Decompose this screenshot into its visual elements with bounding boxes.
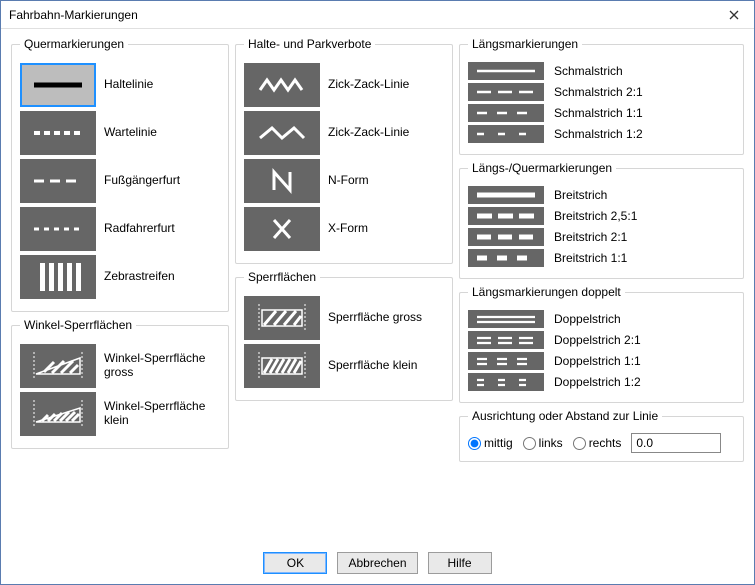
help-button[interactable]: Hilfe xyxy=(428,552,492,574)
group-laengs-quermarkierungen: Längs-/Quermarkierungen Breitstrich Brei… xyxy=(459,161,744,279)
item-doppelstrich-21[interactable]: Doppelstrich 2:1 xyxy=(468,331,735,349)
group-legend: Sperrflächen xyxy=(244,270,320,284)
zickzack-wide-icon xyxy=(244,111,320,155)
item-doppelstrich-11[interactable]: Doppelstrich 1:1 xyxy=(468,352,735,370)
item-schmalstrich-11[interactable]: Schmalstrich 1:1 xyxy=(468,104,735,122)
schmalstrich-12-icon xyxy=(468,125,544,143)
group-winkel-sperrflaechen: Winkel-Sperrflächen Winkel- xyxy=(11,318,229,449)
wartelinie-icon xyxy=(20,111,96,155)
item-breitstrich-251[interactable]: Breitstrich 2,5:1 xyxy=(468,207,735,225)
radio-rechts[interactable]: rechts xyxy=(573,436,622,450)
item-breitstrich[interactable]: Breitstrich xyxy=(468,186,735,204)
dialog-window: Fahrbahn-Markierungen Quermarkierungen H… xyxy=(0,0,755,585)
winkel-klein-icon xyxy=(20,392,96,436)
item-winkel-klein[interactable]: Winkel-Sperrfläche klein xyxy=(20,392,220,436)
item-haltelinie[interactable]: Haltelinie xyxy=(20,63,220,107)
group-ausrichtung: Ausrichtung oder Abstand zur Linie mitti… xyxy=(459,409,744,462)
breitstrich-11-icon xyxy=(468,249,544,267)
item-zebrastreifen[interactable]: Zebrastreifen xyxy=(20,255,220,299)
titlebar: Fahrbahn-Markierungen xyxy=(1,1,754,29)
doppelstrich-12-icon xyxy=(468,373,544,391)
radio-links[interactable]: links xyxy=(523,436,563,450)
group-legend: Quermarkierungen xyxy=(20,37,128,51)
offset-input[interactable] xyxy=(631,433,721,453)
item-zickzack2[interactable]: Zick-Zack-Linie xyxy=(244,111,444,155)
haltelinie-icon xyxy=(20,63,96,107)
group-sperrflaechen: Sperrflächen Sperrfläche gr xyxy=(235,270,453,401)
group-laengs-doppelt: Längsmarkierungen doppelt Doppelstrich D… xyxy=(459,285,744,403)
item-schmalstrich-21[interactable]: Schmalstrich 2:1 xyxy=(468,83,735,101)
xform-icon xyxy=(244,207,320,251)
radfahrerfurt-icon xyxy=(20,207,96,251)
item-radfahrerfurt[interactable]: Radfahrerfurt xyxy=(20,207,220,251)
close-button[interactable] xyxy=(714,1,754,29)
item-breitstrich-21[interactable]: Breitstrich 2:1 xyxy=(468,228,735,246)
item-nform[interactable]: N-Form xyxy=(244,159,444,203)
item-breitstrich-11[interactable]: Breitstrich 1:1 xyxy=(468,249,735,267)
group-legend: Längs-/Quermarkierungen xyxy=(468,161,616,175)
breitstrich-icon xyxy=(468,186,544,204)
schmalstrich-icon xyxy=(468,62,544,80)
item-winkel-gross[interactable]: Winkel-Sperrfläche gross xyxy=(20,344,220,388)
zickzack-dense-icon xyxy=(244,63,320,107)
doppelstrich-11-icon xyxy=(468,352,544,370)
zebrastreifen-icon xyxy=(20,255,96,299)
group-quermarkierungen: Quermarkierungen Haltelinie Wartelinie xyxy=(11,37,229,312)
item-schmalstrich[interactable]: Schmalstrich xyxy=(468,62,735,80)
item-sperr-klein[interactable]: Sperrfläche klein xyxy=(244,344,444,388)
breitstrich-251-icon xyxy=(468,207,544,225)
winkel-gross-icon xyxy=(20,344,96,388)
doppelstrich-icon xyxy=(468,310,544,328)
button-bar: OK Abbrechen Hilfe xyxy=(1,548,754,584)
doppelstrich-21-icon xyxy=(468,331,544,349)
item-wartelinie[interactable]: Wartelinie xyxy=(20,111,220,155)
item-zickzack1[interactable]: Zick-Zack-Linie xyxy=(244,63,444,107)
radio-mittig[interactable]: mittig xyxy=(468,436,513,450)
ok-button[interactable]: OK xyxy=(263,552,327,574)
schmalstrich-21-icon xyxy=(468,83,544,101)
item-fussgaengerfurt[interactable]: Fußgängerfurt xyxy=(20,159,220,203)
fussgaengerfurt-icon xyxy=(20,159,96,203)
close-icon xyxy=(729,10,739,20)
item-doppelstrich-12[interactable]: Doppelstrich 1:2 xyxy=(468,373,735,391)
item-sperr-gross[interactable]: Sperrfläche gross xyxy=(244,296,444,340)
item-xform[interactable]: X-Form xyxy=(244,207,444,251)
item-schmalstrich-12[interactable]: Schmalstrich 1:2 xyxy=(468,125,735,143)
cancel-button[interactable]: Abbrechen xyxy=(337,552,417,574)
sperr-klein-icon xyxy=(244,344,320,388)
group-legend: Längsmarkierungen xyxy=(468,37,582,51)
group-laengsmarkierungen: Längsmarkierungen Schmalstrich Schmalstr… xyxy=(459,37,744,155)
group-legend: Winkel-Sperrflächen xyxy=(20,318,136,332)
nform-icon xyxy=(244,159,320,203)
group-legend: Halte- und Parkverbote xyxy=(244,37,375,51)
content: Quermarkierungen Haltelinie Wartelinie xyxy=(1,29,754,548)
group-legend: Längsmarkierungen doppelt xyxy=(468,285,625,299)
window-title: Fahrbahn-Markierungen xyxy=(9,8,714,22)
breitstrich-21-icon xyxy=(468,228,544,246)
schmalstrich-11-icon xyxy=(468,104,544,122)
sperr-gross-icon xyxy=(244,296,320,340)
group-halte-parkverbote: Halte- und Parkverbote Zick-Zack-Linie Z… xyxy=(235,37,453,264)
group-legend: Ausrichtung oder Abstand zur Linie xyxy=(468,409,662,423)
item-doppelstrich[interactable]: Doppelstrich xyxy=(468,310,735,328)
